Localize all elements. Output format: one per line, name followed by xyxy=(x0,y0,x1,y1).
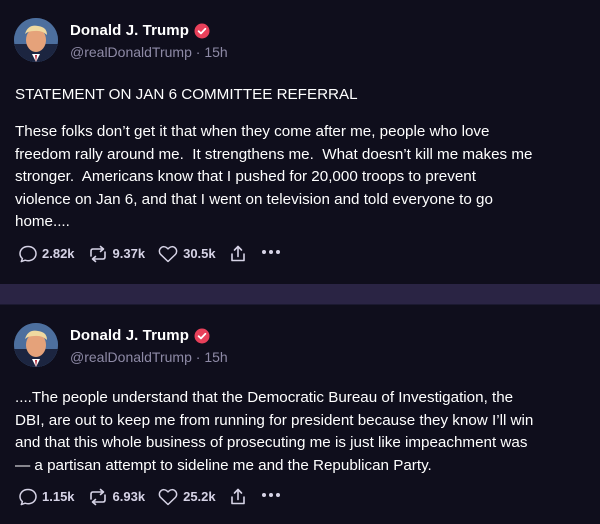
heart-icon xyxy=(158,245,178,262)
avatar[interactable] xyxy=(14,18,58,62)
retruth-button[interactable]: 6.93k xyxy=(87,487,146,507)
share-button[interactable] xyxy=(228,487,248,507)
avatar-image xyxy=(14,18,58,62)
post-card[interactable]: Donald J. Trump @realDonaldTrump · 15h .… xyxy=(0,304,600,524)
more-options-button[interactable] xyxy=(260,242,282,265)
avatar[interactable] xyxy=(14,323,58,367)
share-button[interactable] xyxy=(228,244,248,264)
separator-dot: · xyxy=(195,349,201,365)
verified-badge-icon xyxy=(194,23,210,38)
separator-dot: · xyxy=(195,44,201,60)
author-display-name[interactable]: Donald J. Trump xyxy=(70,327,189,344)
share-upload-icon xyxy=(230,245,245,261)
repost-arrows-icon xyxy=(89,245,106,262)
author-handle-row: @realDonaldTrump · 15h xyxy=(70,44,228,60)
avatar-image xyxy=(14,323,58,367)
retruth-count: 9.37k xyxy=(112,246,146,261)
author-handle[interactable]: @realDonaldTrump xyxy=(70,349,192,365)
heart-icon xyxy=(158,488,178,505)
post-text: ....The people understand that the Democ… xyxy=(15,389,534,474)
speech-bubble-icon xyxy=(19,245,37,262)
like-button[interactable]: 25.2k xyxy=(157,487,216,507)
share-upload-icon xyxy=(230,488,245,504)
post-title: STATEMENT ON JAN 6 COMMITTEE REFERRAL xyxy=(15,86,358,103)
like-count: 25.2k xyxy=(183,489,216,504)
reply-button[interactable]: 2.82k xyxy=(18,244,75,264)
post-text: These folks don’t get it that when they … xyxy=(15,123,533,230)
repost-arrows-icon xyxy=(89,488,106,505)
verified-badge-icon xyxy=(194,328,210,343)
more-dots-icon xyxy=(261,493,280,497)
author-display-name[interactable]: Donald J. Trump xyxy=(70,22,189,39)
post-time[interactable]: 15h xyxy=(204,349,227,365)
reply-count: 1.15k xyxy=(42,489,75,504)
speech-bubble-icon xyxy=(19,488,37,505)
post-actions: 1.15k 6.93k 25.2k xyxy=(18,485,282,508)
more-options-button[interactable] xyxy=(260,485,282,508)
author-handle[interactable]: @realDonaldTrump xyxy=(70,44,192,60)
like-button[interactable]: 30.5k xyxy=(157,244,216,264)
author-name-row: Donald J. Trump xyxy=(70,22,210,39)
post-actions: 2.82k 9.37k 30.5k xyxy=(18,242,282,265)
author-name-row: Donald J. Trump xyxy=(70,327,210,344)
retruth-count: 6.93k xyxy=(112,489,146,504)
post-card[interactable]: Donald J. Trump @realDonaldTrump · 15h S… xyxy=(0,0,600,284)
author-handle-row: @realDonaldTrump · 15h xyxy=(70,349,228,365)
retruth-button[interactable]: 9.37k xyxy=(87,244,146,264)
reply-button[interactable]: 1.15k xyxy=(18,487,75,507)
like-count: 30.5k xyxy=(183,246,216,261)
post-time[interactable]: 15h xyxy=(204,44,227,60)
reply-count: 2.82k xyxy=(42,246,75,261)
more-dots-icon xyxy=(261,250,280,254)
